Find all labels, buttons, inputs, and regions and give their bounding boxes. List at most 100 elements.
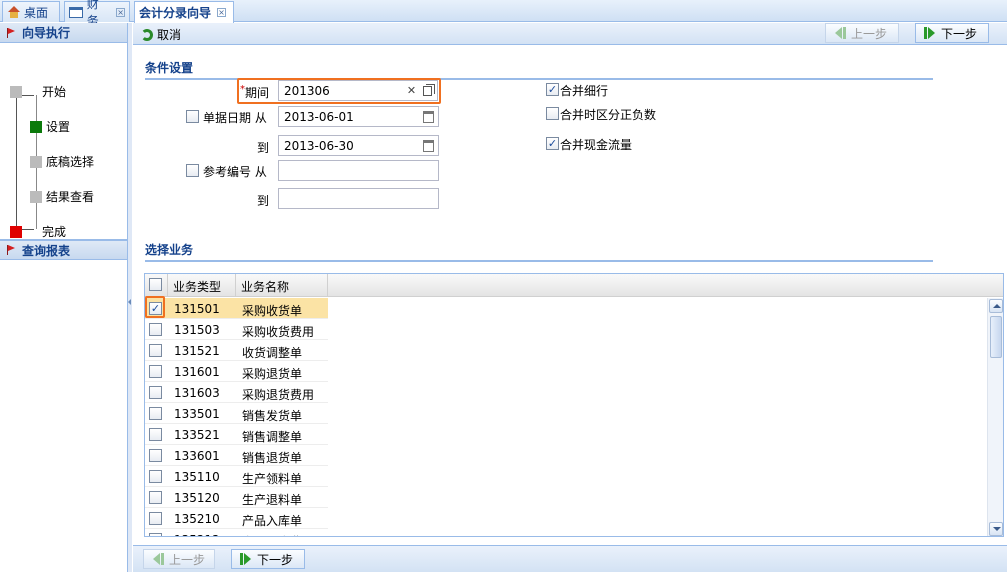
cell-business-type: 133521 (174, 428, 220, 442)
tab-desktop[interactable]: 桌面 (2, 1, 60, 22)
business-section-title: 选择业务 (145, 241, 933, 262)
merge-lines-checkbox[interactable]: ✓ (546, 83, 559, 96)
table-row[interactable]: ✓ 131501 采购收货单 (145, 298, 328, 319)
cell-business-type: 135212 (168, 529, 236, 536)
cell-business-type: 135120 (174, 491, 220, 505)
cell-business-name: 销售退货单 (242, 451, 303, 465)
collapse-arrow-icon (128, 299, 131, 305)
bottom-next-step-button[interactable]: 下一步 (231, 549, 305, 569)
row-checkbox[interactable] (149, 449, 162, 462)
prev-icon (152, 553, 164, 565)
table-row[interactable]: 133521 销售调整单 (145, 424, 328, 445)
row-checkbox[interactable] (149, 344, 162, 357)
calendar-button[interactable] (421, 109, 436, 124)
table-row[interactable]: 135210 产品入库单 (145, 508, 328, 529)
period-label: *期间 (229, 84, 269, 101)
table-row[interactable]: 133501 销售发货单 (145, 403, 328, 424)
doc-date-checkbox[interactable] (186, 110, 199, 123)
row-checkbox[interactable] (149, 407, 162, 420)
step-label: 结果查看 (46, 190, 95, 204)
table-row[interactable]: 133601 销售退货单 (145, 445, 328, 466)
row-checkbox[interactable] (149, 470, 162, 483)
doc-date-from-input[interactable]: 2013-06-01 (278, 106, 439, 127)
cell-business-name: 产品入库单 (242, 514, 303, 528)
row-checkbox[interactable] (149, 428, 162, 441)
row-checkbox[interactable] (149, 386, 162, 399)
scroll-up-button[interactable] (989, 299, 1003, 313)
ref-no-to-label: 到 (256, 194, 269, 208)
copy-button[interactable] (420, 83, 435, 98)
cell-business-type: 131521 (174, 344, 220, 358)
tab-accounting-wizard[interactable]: 会计分录向导 × (134, 1, 234, 23)
row-checkbox[interactable] (149, 533, 162, 536)
calendar-button[interactable] (421, 138, 436, 153)
period-input[interactable]: 201306 ✕ (278, 80, 438, 101)
ref-no-to-input[interactable] (278, 188, 439, 209)
row-checkbox-cell (145, 403, 168, 424)
table-row[interactable]: 131603 采购退货费用 (145, 382, 328, 403)
step-label: 设置 (46, 120, 71, 134)
row-checkbox[interactable] (149, 491, 162, 504)
close-icon[interactable]: × (116, 7, 125, 17)
cell-business-name: 生产领料单 (242, 472, 303, 486)
sidebar-collapse-handle[interactable] (128, 23, 132, 572)
toolbar: 取消 上一步 下一步 (133, 23, 1007, 45)
cell-business-type: 131601 (174, 365, 220, 379)
tab-finance[interactable]: 财务 × (64, 0, 130, 28)
undo-icon (141, 28, 153, 41)
table-row[interactable]: 131503 采购收货费用 (145, 319, 328, 340)
prev-step-button[interactable]: 上一步 (825, 23, 899, 43)
table-row[interactable]: 131601 采购退货单 (145, 361, 328, 382)
doc-date-to-label: 到 (256, 141, 269, 155)
column-header-type[interactable]: 业务类型 (168, 274, 236, 297)
select-all-cell (145, 274, 168, 297)
calendar-icon (423, 139, 434, 152)
row-checkbox[interactable] (149, 365, 162, 378)
ref-no-checkbox[interactable] (186, 164, 199, 177)
merge-sign-checkbox[interactable] (546, 107, 559, 120)
calendar-icon (423, 110, 434, 123)
step-label: 开始 (42, 85, 67, 99)
wizard-steps: 开始 设置 底稿选择 结果查看 完成 (0, 43, 127, 240)
step-status-icon (30, 155, 42, 168)
table-row[interactable]: 135110 生产领料单 (145, 466, 328, 487)
cell-business-name: 产品入库费用 (236, 529, 328, 536)
copy-icon (423, 83, 435, 96)
row-checkbox[interactable] (149, 323, 162, 336)
step-label: 完成 (42, 225, 67, 239)
row-checkbox-cell (145, 361, 168, 382)
select-all-checkbox[interactable] (149, 278, 162, 291)
doc-date-to-input[interactable]: 2013-06-30 (278, 135, 439, 156)
table-row[interactable]: 135212产品入库费用 (145, 529, 328, 536)
flag-icon (6, 245, 16, 255)
scroll-down-button[interactable] (989, 522, 1003, 536)
row-checkbox[interactable] (149, 512, 162, 525)
doc-date-to-value: 2013-06-30 (284, 139, 354, 153)
step-start: 开始 (10, 83, 66, 100)
sidebar: 向导执行 开始 设置 底稿选择 结果查看 完成 查询报表 (0, 23, 128, 572)
prev-step-label: 上一步 (851, 26, 888, 41)
table-row[interactable]: 135120 生产退料单 (145, 487, 328, 508)
ref-no-from-input[interactable] (278, 160, 439, 181)
merge-lines-label: 合并细行 (560, 84, 609, 98)
column-header-name[interactable]: 业务名称 (236, 274, 328, 297)
next-step-button[interactable]: 下一步 (915, 23, 989, 43)
cancel-button[interactable]: 取消 (141, 26, 181, 43)
wizard-panel-header[interactable]: 向导执行 (0, 23, 127, 43)
cell-business-type: 135210 (174, 512, 220, 526)
table-row[interactable]: 131521 收货调整单 (145, 340, 328, 361)
row-checkbox-cell (145, 319, 168, 340)
vertical-scrollbar[interactable] (987, 298, 1003, 536)
close-icon[interactable]: × (217, 8, 227, 17)
house-icon (7, 6, 21, 18)
bottom-prev-step-button[interactable]: 上一步 (143, 549, 215, 569)
clear-icon[interactable]: ✕ (404, 83, 419, 98)
scroll-thumb[interactable] (990, 316, 1002, 358)
step-label: 底稿选择 (46, 155, 95, 169)
tab-accounting-wizard-label: 会计分录向导 (139, 6, 212, 20)
cancel-label: 取消 (157, 28, 182, 42)
cell-business-name: 采购退货单 (242, 367, 303, 381)
merge-cashflow-checkbox[interactable]: ✓ (546, 137, 559, 150)
tree-line (16, 95, 17, 237)
report-panel-header[interactable]: 查询报表 (0, 240, 127, 260)
